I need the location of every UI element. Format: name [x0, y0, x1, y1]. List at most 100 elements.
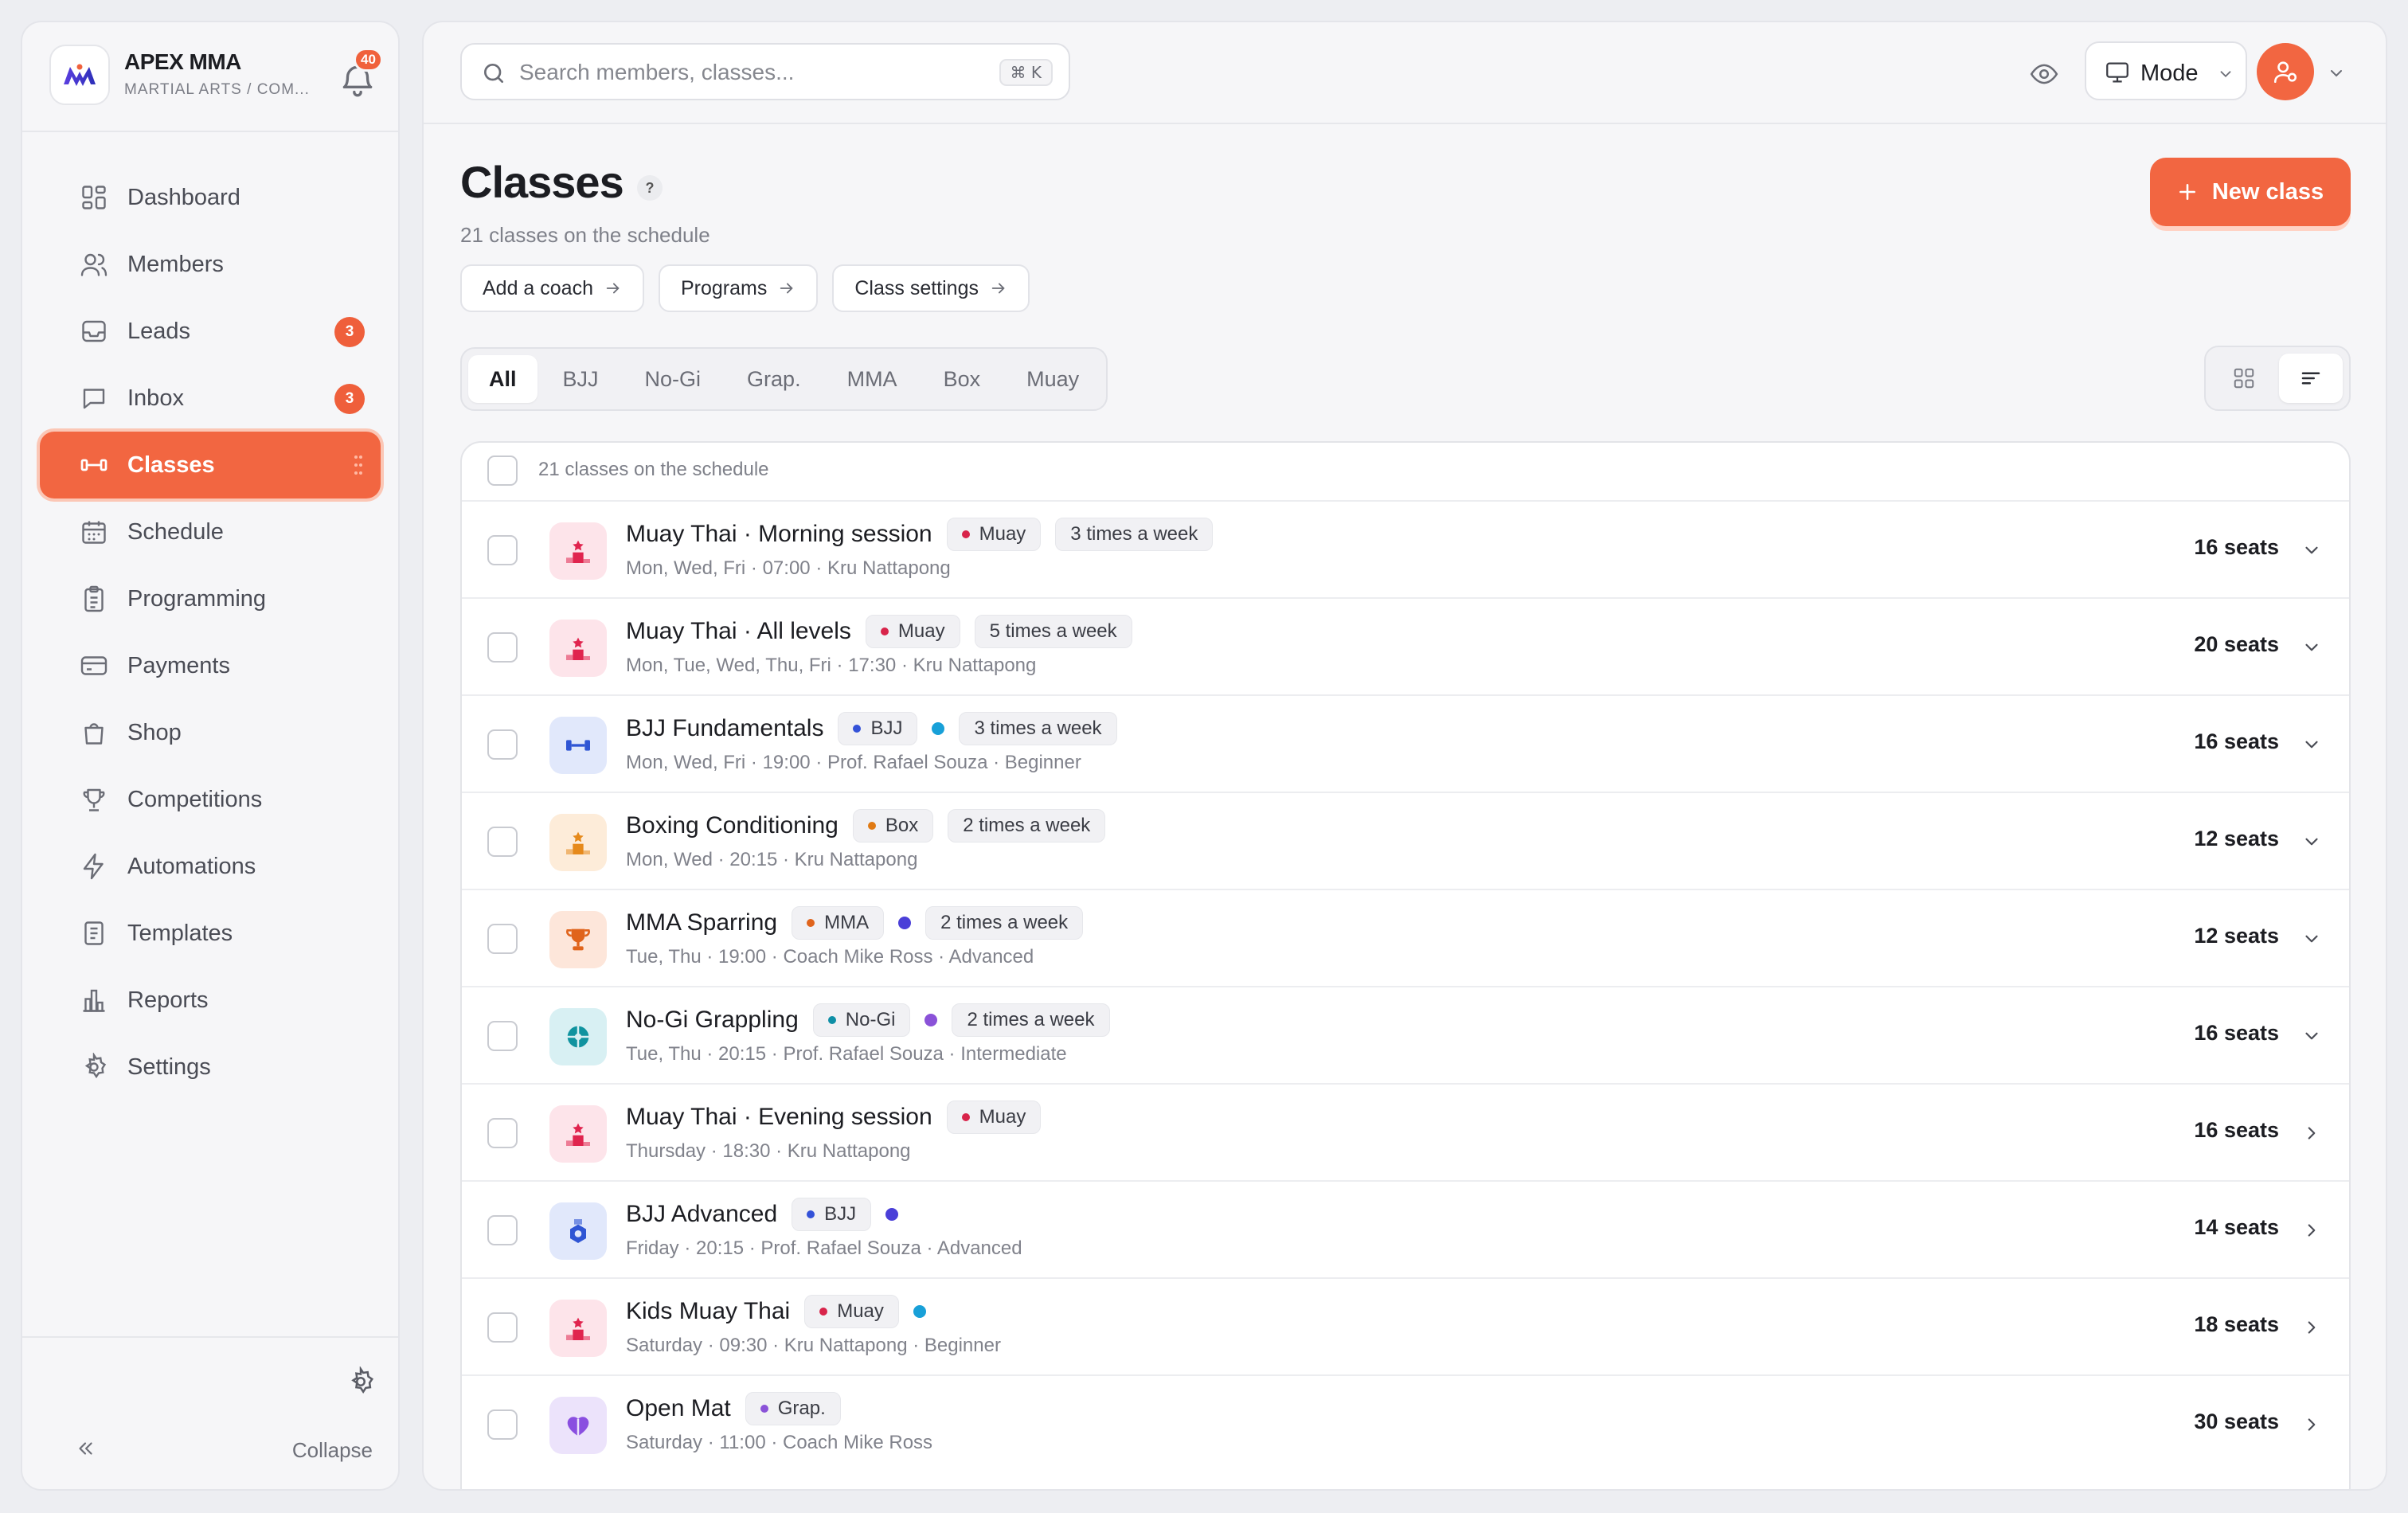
sidebar-item-competitions[interactable]: Competitions [40, 766, 382, 833]
sidebar-item-payments[interactable]: Payments [40, 632, 382, 699]
tag-label: No-Gi [845, 1009, 896, 1030]
filter-tab-bjj[interactable]: BJJ [542, 355, 620, 403]
frequency-chip: 2 times a week [948, 809, 1106, 843]
arrow-right-icon [606, 283, 620, 294]
table-row[interactable]: Boxing Conditioning Box 2 times a week M… [462, 793, 2349, 890]
new-class-button[interactable]: New class [2150, 158, 2351, 226]
inbox-tray-icon [82, 320, 106, 342]
class-meta: Tue, Thu · 19:00 · Coach Mike Ross · Adv… [626, 946, 1034, 968]
sidebar-item-reports[interactable]: Reports [40, 967, 382, 1034]
table-row[interactable]: Kids Muay Thai Muay Saturday · 09:30 · K… [462, 1279, 2349, 1376]
table-row[interactable]: MMA Sparring MMA 2 times a week Tue, Thu… [462, 890, 2349, 987]
sidebar: APEX MMA MARTIAL ARTS / COM... 40 Dashbo… [21, 21, 400, 1491]
table-row[interactable]: Open Mat Grap. Saturday · 11:00 · Coach … [462, 1376, 2349, 1473]
table-body: Muay Thai · Morning session Muay 3 times… [462, 502, 2349, 1473]
chevron-down-icon[interactable] [2301, 1026, 2322, 1046]
user-menu-chevron-icon[interactable] [2327, 64, 2346, 83]
chevron-down-icon[interactable] [2301, 734, 2322, 755]
chevron-down-icon[interactable] [2301, 929, 2322, 949]
chevron-down-icon[interactable] [2301, 637, 2322, 658]
programs-link[interactable]: Programs [659, 264, 819, 312]
sidebar-item-templates[interactable]: Templates [40, 900, 382, 967]
filter-tab-all[interactable]: All [468, 355, 538, 403]
drag-handle-icon[interactable] [354, 454, 363, 476]
row-checkbox[interactable] [487, 729, 518, 760]
sidebar-item-label: Templates [127, 921, 233, 946]
row-checkbox[interactable] [487, 1215, 518, 1245]
add-coach-link[interactable]: Add a coach [460, 264, 644, 312]
chevron-right-icon[interactable] [2301, 1414, 2322, 1435]
sidebar-item-dashboard[interactable]: Dashboard [40, 164, 382, 231]
class-name: MMA Sparring [626, 909, 778, 936]
sidebar-item-programming[interactable]: Programming [40, 565, 382, 632]
tag-label: Muay [979, 523, 1026, 545]
sidebar-item-label: Competitions [127, 787, 263, 812]
grid-view-button[interactable] [2212, 354, 2276, 403]
seat-count: 18 seats [2194, 1312, 2279, 1336]
table-row[interactable]: BJJ Advanced BJJ Friday · 20:15 · Prof. … [462, 1182, 2349, 1279]
filter-tab-box[interactable]: Box [923, 355, 1002, 403]
tag-color-dot [867, 822, 876, 830]
chevron-down-icon[interactable] [2301, 831, 2322, 852]
tag-color-dot [819, 1308, 828, 1316]
table-row[interactable]: BJJ Fundamentals BJJ 3 times a week Mon,… [462, 696, 2349, 793]
sidebar-item-automations[interactable]: Automations [40, 833, 382, 900]
row-checkbox[interactable] [487, 1118, 518, 1148]
clipboard-icon [84, 585, 104, 612]
sidebar-item-members[interactable]: Members [40, 231, 382, 298]
row-checkbox[interactable] [487, 1409, 518, 1440]
table-row[interactable]: Muay Thai · All levels Muay 5 times a we… [462, 599, 2349, 696]
users-icon [80, 253, 108, 276]
chevron-right-icon[interactable] [2301, 1220, 2322, 1241]
filter-tabs: All BJJ No-Gi Grap. MMA Box Muay [460, 347, 1108, 411]
discipline-tag: MMA [792, 906, 885, 940]
class-meta: Saturday · 11:00 · Coach Mike Ross [626, 1432, 933, 1453]
row-title-line: MMA Sparring MMA 2 times a week [626, 906, 1084, 940]
frequency-chip: 5 times a week [974, 615, 1132, 648]
brand-subtitle: MARTIAL ARTS / COM... [124, 81, 310, 98]
table-row[interactable]: No-Gi Grappling No-Gi 2 times a week Tue… [462, 987, 2349, 1085]
filter-tab-grappling[interactable]: Grap. [726, 355, 822, 403]
table-row[interactable]: Muay Thai · Morning session Muay 3 times… [462, 502, 2349, 599]
seat-count: 14 seats [2194, 1215, 2279, 1239]
table-row[interactable]: Muay Thai · Evening session Muay Thursda… [462, 1085, 2349, 1182]
sidebar-item-label: Schedule [127, 519, 224, 545]
list-view-button[interactable] [2279, 354, 2343, 403]
help-button[interactable]: ? [637, 175, 663, 201]
bar-chart-icon [83, 989, 105, 1012]
search-box[interactable]: ⌘ K [460, 43, 1070, 100]
chevron-right-icon[interactable] [2301, 1123, 2322, 1144]
filter-tab-muay[interactable]: Muay [1006, 355, 1100, 403]
row-checkbox[interactable] [487, 535, 518, 565]
row-checkbox[interactable] [487, 1021, 518, 1051]
row-checkbox[interactable] [487, 1312, 518, 1343]
mode-dropdown[interactable]: Mode [2085, 41, 2247, 100]
sidebar-item-inbox[interactable]: Inbox 3 [40, 365, 382, 432]
settings-gear-icon[interactable] [346, 1366, 376, 1397]
class-icon-tile [549, 717, 607, 774]
eye-icon[interactable] [2029, 59, 2059, 89]
class-icon-tile [549, 1105, 607, 1163]
collapse-button[interactable]: Collapse [54, 1429, 373, 1468]
sidebar-item-settings[interactable]: Settings [40, 1034, 382, 1101]
sidebar-item-shop[interactable]: Shop [40, 699, 382, 766]
filter-tab-mma[interactable]: MMA [827, 355, 918, 403]
inbox-count-badge: 3 [334, 384, 365, 414]
user-avatar-button[interactable] [2257, 43, 2314, 100]
medal-icon [570, 1219, 586, 1243]
brand-logo[interactable] [49, 45, 110, 105]
row-checkbox[interactable] [487, 632, 518, 663]
filter-tab-nogi[interactable]: No-Gi [624, 355, 722, 403]
sidebar-item-leads[interactable]: Leads 3 [40, 298, 382, 365]
chevron-right-icon[interactable] [2301, 1317, 2322, 1338]
sidebar-item-schedule[interactable]: Schedule [40, 498, 382, 565]
search-input[interactable] [519, 56, 949, 89]
class-settings-link[interactable]: Class settings [832, 264, 1030, 312]
sidebar-item-classes[interactable]: Classes [40, 432, 381, 498]
row-checkbox[interactable] [487, 924, 518, 954]
row-checkbox[interactable] [487, 827, 518, 857]
discipline-tag: Muay [946, 518, 1042, 551]
chevron-down-icon[interactable] [2301, 540, 2322, 561]
select-all-checkbox[interactable] [487, 455, 518, 486]
tag-label: Muay [897, 620, 945, 642]
